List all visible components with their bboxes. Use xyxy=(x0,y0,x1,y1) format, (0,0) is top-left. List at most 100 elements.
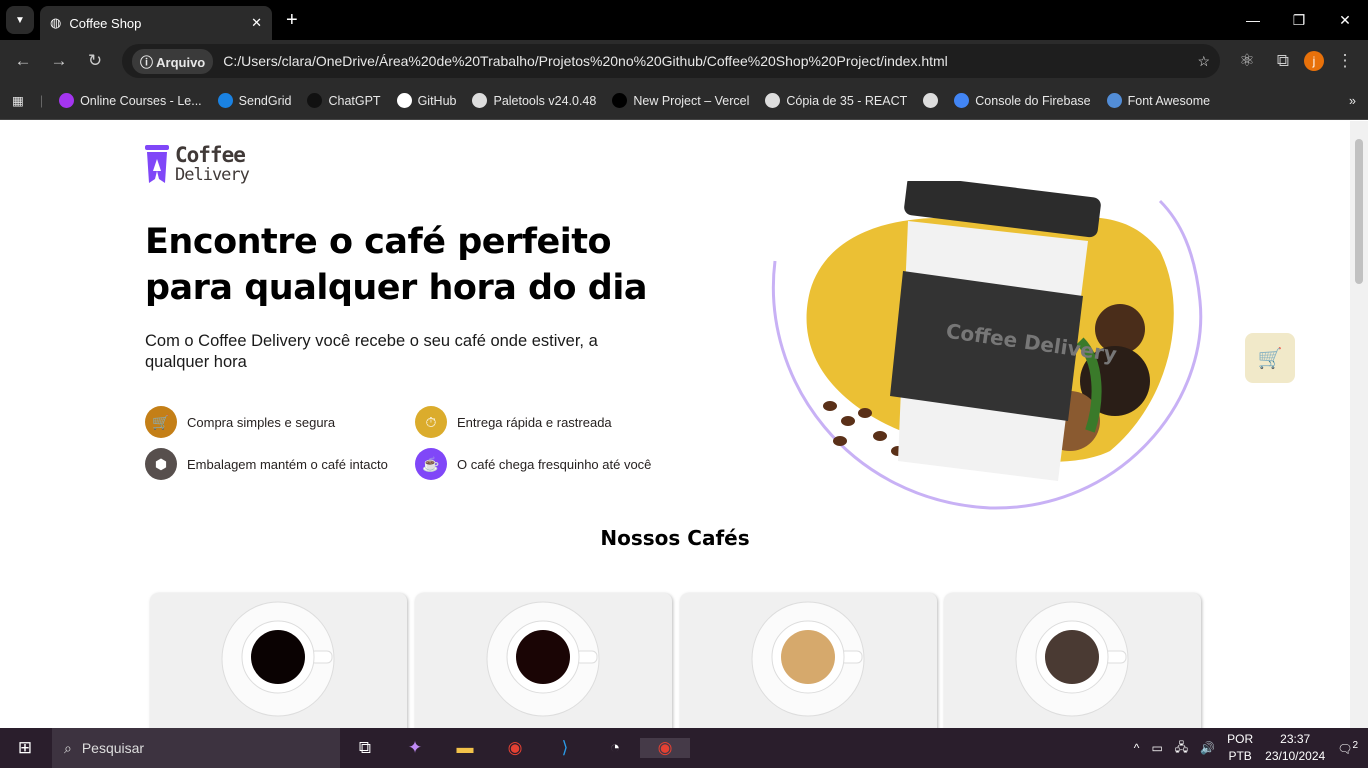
new-tab-button[interactable]: + xyxy=(286,9,298,32)
close-icon[interactable]: ✕ xyxy=(251,15,262,31)
copilot-icon[interactable]: ✦ xyxy=(390,738,440,758)
globe-icon: ◍ xyxy=(50,15,62,30)
feature-item: ☕ O café chega fresquinho até você xyxy=(415,448,651,480)
page-content: Coffee Delivery Encontre o café perfeito … xyxy=(0,121,1350,728)
bookmark-item[interactable]: GitHub xyxy=(396,93,457,108)
close-window-button[interactable]: ✕ xyxy=(1322,12,1368,29)
feature-item: ⏱ Entrega rápida e rastreada xyxy=(415,406,612,438)
feature-label: Compra simples e segura xyxy=(187,414,336,430)
network-icon[interactable]: 🖧 xyxy=(1175,738,1188,759)
tab-coffee-shop[interactable]: ◍ Coffee Shop ✕ xyxy=(40,6,272,40)
more-bookmarks-icon[interactable]: » xyxy=(1349,94,1356,108)
logo-line2: Delivery xyxy=(175,165,250,185)
chrome-profile-icon[interactable]: ◉ xyxy=(640,738,690,758)
bookmark-item[interactable] xyxy=(923,93,939,108)
chrome-icon[interactable]: ◉ xyxy=(490,738,540,758)
search-icon: ⌕ xyxy=(64,739,72,756)
bookmark-icon xyxy=(217,93,233,108)
bookmark-icon xyxy=(923,93,939,108)
clock[interactable]: 23:37 23/10/2024 xyxy=(1265,731,1325,765)
browser-toolbar: ← → ↻ ⓘ Arquivo C:/Users/clara/OneDrive/… xyxy=(0,40,1368,82)
extensions-icon[interactable]: ⧉ xyxy=(1268,51,1298,71)
cart-icon: 🛒 xyxy=(145,406,177,438)
coffee-cup-logo-icon xyxy=(145,145,169,183)
coffee-card[interactable] xyxy=(680,593,937,728)
feature-label: Embalagem mantém o café intacto xyxy=(187,456,388,472)
coffee-card[interactable] xyxy=(944,593,1201,728)
bookmark-item[interactable]: ChatGPT xyxy=(307,93,381,108)
bookmark-label: New Project – Vercel xyxy=(633,93,750,108)
bookmark-icon xyxy=(765,93,781,108)
coffee-card[interactable] xyxy=(150,593,407,728)
address-bar[interactable]: ⓘ Arquivo C:/Users/clara/OneDrive/Área%2… xyxy=(122,44,1220,78)
cart-button[interactable]: 🛒 xyxy=(1245,333,1295,383)
volume-icon[interactable]: 🔊 xyxy=(1200,741,1215,755)
bookmark-item[interactable]: Online Courses - Le... xyxy=(59,93,202,108)
back-button[interactable]: ← xyxy=(8,51,38,71)
notifications-icon[interactable]: 🗨2 xyxy=(1337,740,1358,756)
coffee-cup-image xyxy=(751,601,865,717)
feature-item: 🛒 Compra simples e segura xyxy=(145,406,335,438)
bookmark-item[interactable]: Font Awesome xyxy=(1106,93,1210,108)
taskbar-search[interactable]: ⌕ Pesquisar xyxy=(52,728,340,768)
camera-icon[interactable]: ▭ xyxy=(1151,741,1162,755)
feature-item: ⬢ Embalagem mantém o café intacto xyxy=(145,448,388,480)
bookmark-icon xyxy=(612,93,628,108)
coffee-cup-image xyxy=(221,601,335,717)
forward-button[interactable]: → xyxy=(44,51,74,71)
divider: | xyxy=(39,93,44,108)
tab-strip: ▼ ◍ Coffee Shop ✕ + — ❐ ✕ xyxy=(0,0,1368,40)
bookmark-item[interactable]: Console do Firebase xyxy=(954,93,1091,108)
task-view-icon[interactable]: ⧉ xyxy=(340,738,390,758)
extension-react-icon[interactable]: ⚛ xyxy=(1232,51,1262,71)
bookmark-icon xyxy=(59,93,75,108)
reload-button[interactable]: ↻ xyxy=(80,51,110,71)
package-icon: ⬢ xyxy=(145,448,177,480)
logo[interactable]: Coffee Delivery xyxy=(145,143,250,185)
profile-avatar[interactable]: j xyxy=(1304,51,1324,71)
language-indicator[interactable]: POR PTB xyxy=(1227,731,1253,765)
bookmark-icon xyxy=(1106,93,1122,108)
bookmark-item[interactable]: Paletools v24.0.48 xyxy=(472,93,596,108)
date: 23/10/2024 xyxy=(1265,749,1326,763)
tab-title: Coffee Shop xyxy=(69,15,142,31)
show-hidden-icons[interactable]: ^ xyxy=(1134,741,1140,755)
taskbar-search-label: Pesquisar xyxy=(81,740,145,756)
bookmark-icon xyxy=(396,93,412,108)
coffee-card[interactable] xyxy=(415,593,672,728)
windows-taskbar: ⊞ ⌕ Pesquisar ⧉ ✦ ▬ ◉ ⟩ ◔ ◉ ^ ▭ 🖧 🔊 POR PT… xyxy=(0,728,1368,768)
page-title: Encontre o café perfeito para qualquer h… xyxy=(145,222,647,308)
timer-icon: ⏱ xyxy=(415,406,447,438)
vscode-icon[interactable]: ⟩ xyxy=(540,738,590,758)
restore-button[interactable]: ❐ xyxy=(1276,12,1322,29)
bookmark-icon xyxy=(307,93,323,108)
bookmark-label: Paletools v24.0.48 xyxy=(493,93,597,108)
coffee-icon: ☕ xyxy=(415,448,447,480)
bookmark-label: Online Courses - Le... xyxy=(80,93,202,108)
windows-start-icon[interactable]: ⊞ xyxy=(0,738,50,758)
feature-label: O café chega fresquinho até você xyxy=(457,456,652,472)
apps-icon[interactable]: ▦ xyxy=(12,93,24,108)
star-icon[interactable]: ☆ xyxy=(1197,53,1210,70)
url-text[interactable]: C:/Users/clara/OneDrive/Área%20de%20Trab… xyxy=(223,53,1187,69)
app-icon[interactable]: ◔ xyxy=(590,738,640,758)
minimize-button[interactable]: — xyxy=(1230,12,1276,29)
site-info-chip[interactable]: ⓘ Arquivo xyxy=(132,48,214,74)
bookmark-item[interactable]: SendGrid xyxy=(217,93,292,108)
tab-search-button[interactable]: ▼ xyxy=(6,6,34,34)
bookmark-label: SendGrid xyxy=(238,93,292,108)
bookmark-item[interactable]: New Project – Vercel xyxy=(612,93,749,108)
lang1: POR xyxy=(1227,732,1254,746)
bookmark-icon xyxy=(954,93,970,108)
bookmark-label: GitHub xyxy=(417,93,457,108)
bookmark-label: Cópia de 35 - REACT xyxy=(786,93,908,108)
scrollbar-thumb[interactable] xyxy=(1355,139,1363,284)
logo-line1: Coffee xyxy=(175,143,246,167)
bookmark-icon xyxy=(472,93,488,108)
feature-label: Entrega rápida e rastreada xyxy=(457,414,612,430)
menu-icon[interactable]: ⋮ xyxy=(1330,51,1360,71)
file-explorer-icon[interactable]: ▬ xyxy=(440,738,490,758)
bookmark-item[interactable]: Cópia de 35 - REACT xyxy=(765,93,907,108)
section-title: Nossos Cafés xyxy=(600,526,750,550)
page-scrollbar[interactable] xyxy=(1350,121,1368,728)
